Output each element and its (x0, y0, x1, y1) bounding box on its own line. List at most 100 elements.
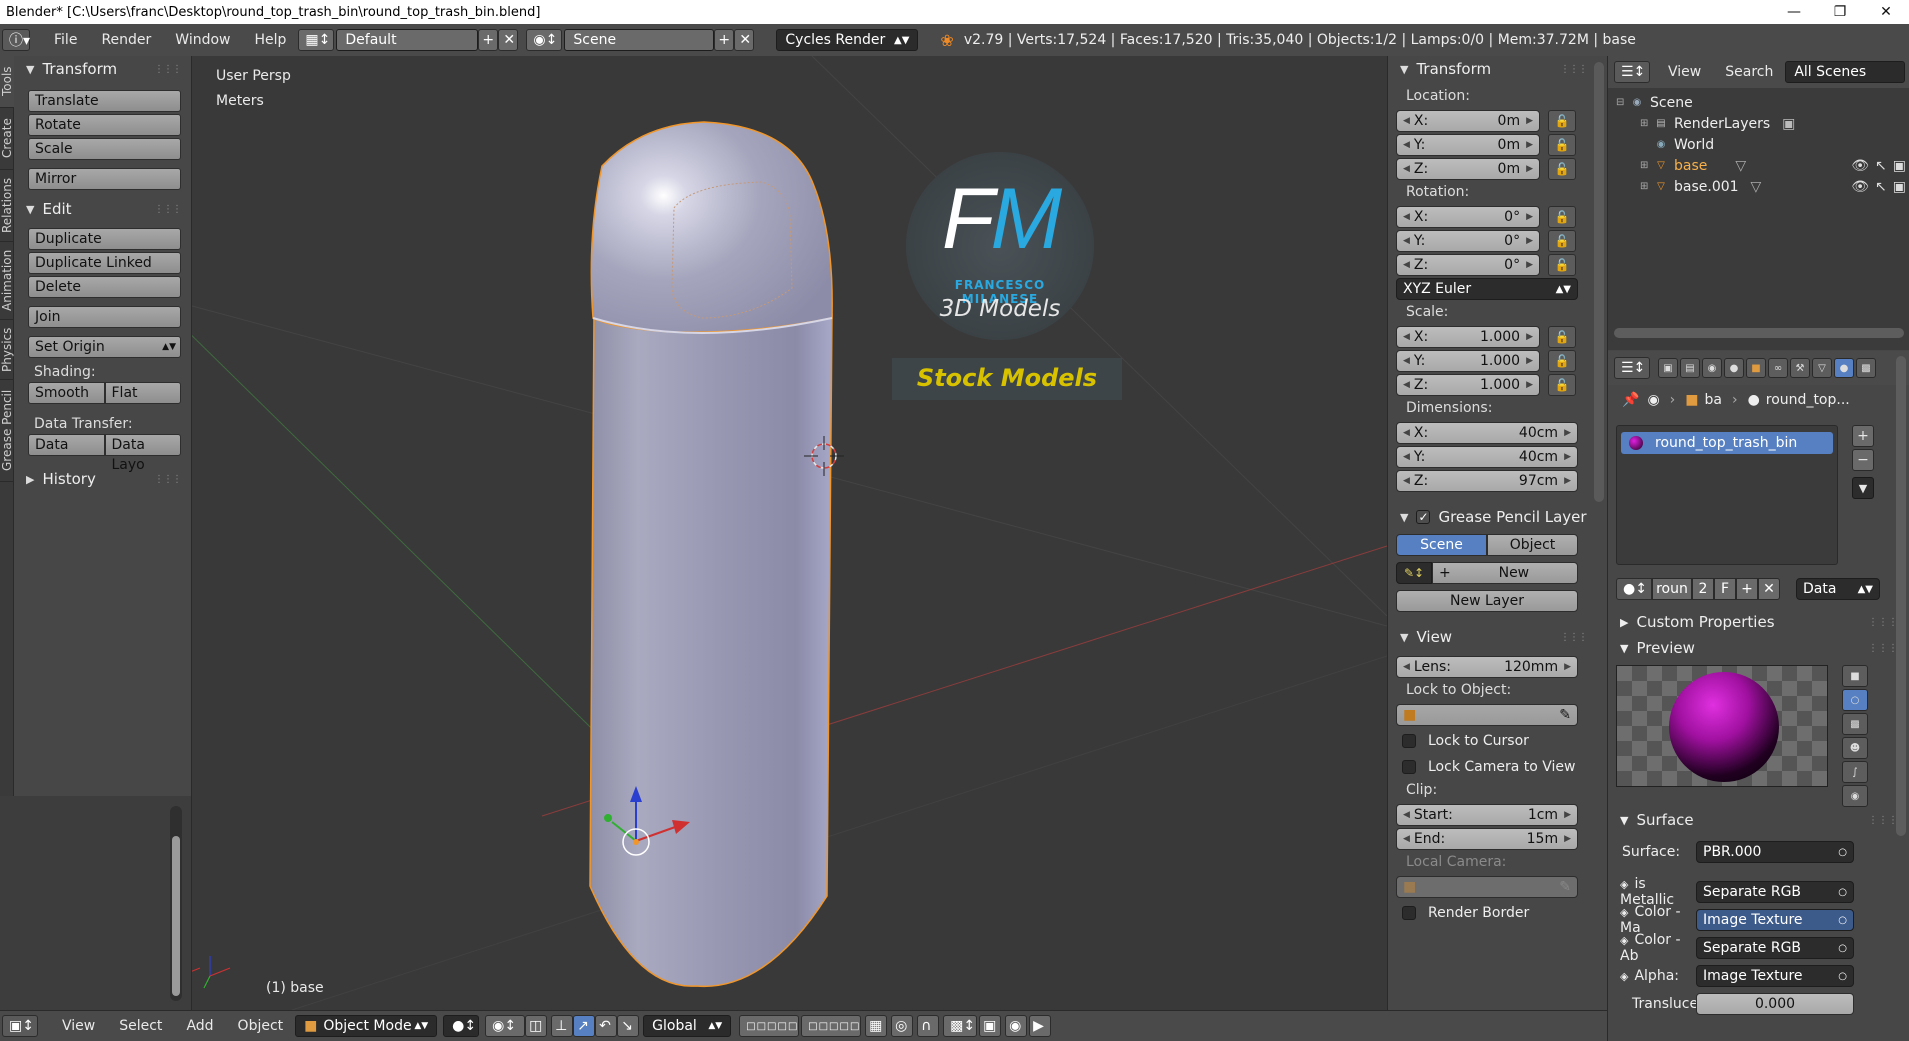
preview-world-icon[interactable]: ◉ (1842, 785, 1868, 807)
expand-socket-icon[interactable]: ◈ (1620, 934, 1628, 947)
tab-grease-pencil[interactable]: Grease Pencil (0, 380, 14, 482)
manipulator-axes-icon[interactable]: ⊥ (551, 1015, 574, 1037)
render-layers-tab-icon[interactable]: ▤ (1680, 358, 1700, 378)
browse-material-icon[interactable]: ●↕ (1616, 578, 1652, 600)
lock-icon[interactable]: 🔓 (1548, 158, 1576, 180)
layer-grid-first[interactable]: □□□□□ (739, 1015, 800, 1037)
clip-start-field[interactable]: ◀ Start: 1cm ▶ (1396, 804, 1578, 826)
rotate-button[interactable]: Rotate (28, 114, 181, 136)
menu-window[interactable]: Window (163, 32, 242, 48)
lock-icon[interactable]: 🔓 (1548, 254, 1576, 276)
tab-animation[interactable]: Animation (0, 242, 14, 320)
visibility-eye-icon[interactable]: 👁 (1851, 179, 1869, 195)
outliner-hscrollbar[interactable] (1614, 328, 1904, 338)
3d-viewport[interactable]: User Persp Meters (1) base FM FRANCESCO … (192, 56, 1387, 1010)
drag-grip-icon[interactable]: ⋮⋮⋮ (154, 64, 182, 75)
proportional-edit-icon[interactable]: ◎ (891, 1015, 914, 1037)
smooth-button[interactable]: Smooth (28, 382, 105, 404)
material-preview-render[interactable] (1616, 665, 1828, 787)
gp-source-toggle[interactable]: Scene Object (1396, 534, 1578, 556)
interaction-mode-select[interactable]: ■ Object Mode ▲▼ (295, 1015, 438, 1037)
tab-create[interactable]: Create (0, 108, 14, 170)
scale-button[interactable]: Scale (28, 138, 181, 160)
collapse-icon[interactable]: ⊟ (1616, 97, 1630, 108)
gp-scene-button[interactable]: Scene (1396, 534, 1487, 556)
data-tab-icon[interactable]: ▽ (1812, 358, 1832, 378)
properties-scrollbar[interactable] (1896, 356, 1906, 836)
layer-grid-second[interactable]: □□□□□ (801, 1015, 862, 1037)
render-tab-icon[interactable]: ▣ (1658, 358, 1678, 378)
snap-target-icon[interactable]: ▣ (979, 1015, 1002, 1037)
join-button[interactable]: Join (28, 306, 181, 328)
edit-panel-header[interactable]: ▼ Edit ⋮⋮⋮ (14, 196, 191, 222)
scale-z-field[interactable]: ◀ Z: 1.000 ▶ (1396, 374, 1540, 396)
gp-object-button[interactable]: Object (1487, 534, 1578, 556)
selectable-cursor-icon[interactable]: ↖ (1875, 179, 1887, 195)
scale-manipulator-icon[interactable]: ↘ (617, 1015, 640, 1037)
maximize-icon[interactable]: ❐ (1817, 0, 1863, 24)
slot-specials-icon[interactable]: ▼ (1852, 477, 1874, 499)
scale-x-field[interactable]: ◀ X: 1.000 ▶ (1396, 326, 1540, 348)
lock-icon[interactable]: 🔓 (1548, 326, 1576, 348)
expand-socket-icon[interactable]: ◈ (1620, 878, 1628, 891)
render-viewport-icon[interactable]: ◉ (1005, 1015, 1028, 1037)
npanel-scrollbar[interactable] (1594, 62, 1604, 502)
editor-type-outliner-icon[interactable]: ☰↕ (1614, 61, 1650, 83)
lock-layers-icon[interactable]: ▦ (865, 1015, 888, 1037)
input-link-alpha[interactable]: Image Texture ○ (1696, 965, 1854, 987)
drag-grip-icon[interactable]: ⋮⋮⋮ (1868, 815, 1898, 826)
translate-manipulator-icon[interactable]: ↗ (573, 1015, 596, 1037)
dimension-z-field[interactable]: ◀ Z: 97cm ▶ (1396, 470, 1578, 492)
menu-select[interactable]: Select (107, 1018, 174, 1034)
renderable-camera-icon[interactable]: ▣ (1893, 179, 1906, 195)
selectable-cursor-icon[interactable]: ↖ (1875, 158, 1887, 174)
location-x-field[interactable]: ◀ X: 0m ▶ (1396, 110, 1540, 132)
add-screen-icon[interactable]: + (478, 29, 499, 51)
tab-physics[interactable]: Physics (0, 320, 14, 380)
lock-object-field[interactable]: ■ ✎ (1396, 704, 1578, 726)
menu-help[interactable]: Help (242, 32, 298, 48)
add-scene-icon[interactable]: + (714, 29, 735, 51)
rotation-z-field[interactable]: ◀ Z: 0° ▶ (1396, 254, 1540, 276)
delete-button[interactable]: Delete (28, 276, 181, 298)
fake-user-toggle[interactable]: F (1714, 578, 1736, 600)
rotation-y-field[interactable]: ◀ Y: 0° ▶ (1396, 230, 1540, 252)
object-tab-icon[interactable]: ■ (1746, 358, 1766, 378)
preview-hair-icon[interactable]: ∫ (1842, 761, 1868, 783)
surface-panel-header[interactable]: ▼ Surface ⋮⋮⋮ (1608, 807, 1909, 833)
preview-sphere-icon[interactable]: ○ (1842, 689, 1868, 711)
editor-type-info-icon[interactable]: ⓘ▾ (2, 29, 30, 51)
rotation-mode-select[interactable]: XYZ Euler ▲▼ (1396, 278, 1578, 300)
lock-to-cursor-checkbox[interactable]: Lock to Cursor (1402, 730, 1607, 752)
pin-icon[interactable]: 📌 (1622, 392, 1639, 408)
visibility-eye-icon[interactable]: 👁 (1851, 158, 1869, 174)
grease-pencil-layer-header[interactable]: ▼ ✓ Grease Pencil Layer (1388, 504, 1607, 530)
outliner-row-scene[interactable]: ⊟ ◉ Scene (1608, 92, 1909, 113)
lock-camera-checkbox[interactable]: Lock Camera to View (1402, 756, 1607, 778)
duplicate-linked-button[interactable]: Duplicate Linked (28, 252, 181, 274)
drag-grip-icon[interactable]: ⋮⋮⋮ (1868, 617, 1898, 628)
eyedropper-icon[interactable]: ✎ (1559, 707, 1571, 723)
duplicate-button[interactable]: Duplicate (28, 228, 181, 250)
lock-icon[interactable]: 🔓 (1548, 134, 1576, 156)
gp-datablock-icon[interactable]: ✎↕ (1396, 562, 1432, 584)
menu-view[interactable]: View (50, 1018, 107, 1034)
preview-monkey-icon[interactable]: ☻ (1842, 737, 1868, 759)
set-origin-select[interactable]: Set Origin ▲▼ (28, 336, 181, 358)
outliner-menu-search[interactable]: Search (1713, 64, 1785, 80)
screen-layout-icon[interactable]: ▦↕ (298, 29, 335, 51)
outliner-row-world[interactable]: ◉ World (1608, 134, 1909, 155)
modifiers-tab-icon[interactable]: ⚒ (1790, 358, 1810, 378)
dimension-y-field[interactable]: ◀ Y: 40cm ▶ (1396, 446, 1578, 468)
material-link-select[interactable]: Data ▲▼ (1796, 578, 1880, 600)
mirror-button[interactable]: Mirror (28, 168, 181, 190)
menu-object[interactable]: Object (226, 1018, 296, 1034)
expand-socket-icon[interactable]: ◈ (1620, 970, 1628, 983)
material-tab-icon[interactable]: ● (1834, 358, 1854, 378)
preview-cube-icon[interactable]: ▩ (1842, 713, 1868, 735)
tab-relations[interactable]: Relations (0, 170, 14, 242)
view-panel-header[interactable]: ▼ View ⋮⋮⋮ (1388, 624, 1607, 650)
lens-field[interactable]: ◀ Lens: 120mm ▶ (1396, 656, 1578, 678)
new-material-icon[interactable]: + (1736, 578, 1758, 600)
grease-pencil-checkbox[interactable]: ✓ (1416, 506, 1431, 528)
